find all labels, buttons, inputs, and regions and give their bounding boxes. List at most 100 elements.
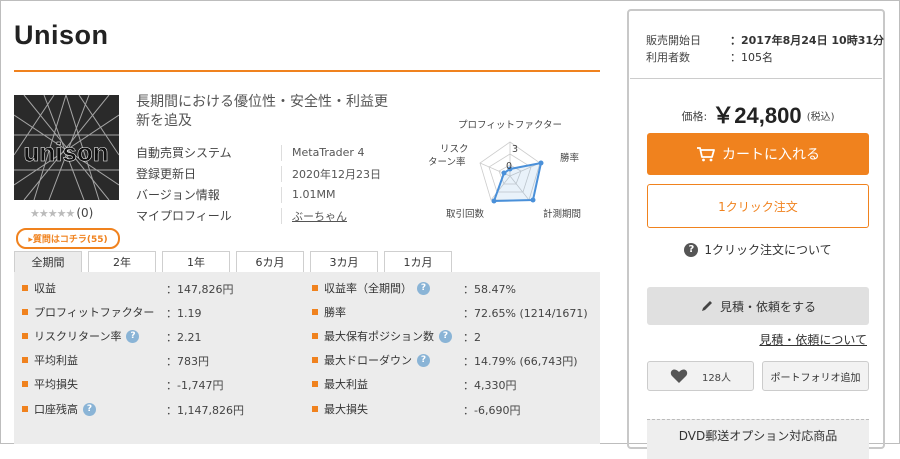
tab-all[interactable]: 全期間	[14, 251, 82, 272]
sales-info: 販売開始日 ：2017年8月24日 10時31分 利用者数 ：105名	[646, 31, 884, 65]
divider	[630, 78, 882, 79]
heart-icon	[670, 369, 688, 383]
spec-label: 自動売買システム	[136, 146, 232, 160]
stat-label: 口座残高	[34, 403, 78, 416]
bullet	[312, 357, 318, 363]
radar-center-label: 0	[506, 161, 512, 172]
tab-2y[interactable]: 2年	[88, 251, 156, 272]
stat-label: 最大利益	[324, 378, 368, 391]
stats-panel: 収益 ：147,826円 プロフィットファクター ：1.19 リスクリターン率?…	[14, 272, 600, 444]
quote-about-link[interactable]: 見積・依頼について	[647, 331, 867, 348]
stat-label: 勝率	[324, 306, 346, 319]
stat-value-max-positions: ：2	[463, 331, 481, 344]
radar-label-risk-2: ターン率	[428, 156, 466, 168]
stat-label: 最大ドローダウン	[324, 354, 412, 367]
radar-label-pf: プロフィットファクター	[458, 120, 562, 131]
qa-button[interactable]: ▸質問はコチラ(55)	[16, 228, 120, 249]
profile-link[interactable]: ぶーちゃん	[292, 208, 347, 224]
favorite-count: 128人	[701, 372, 732, 384]
tab-1m[interactable]: 1カ月	[384, 251, 452, 272]
stat-label-avg-profit: 平均利益	[22, 352, 78, 368]
stat-label: 最大保有ポジション数	[324, 330, 434, 343]
divider	[281, 207, 282, 224]
radar-point	[491, 198, 497, 204]
stat-label: 平均損失	[34, 378, 78, 391]
radar-label-period: 計測期間	[543, 208, 581, 220]
users-row: 利用者数 ：105名	[646, 48, 884, 65]
stat-value-max-loss: ：-6,690円	[463, 404, 521, 417]
stat-value-max-drawdown: ：14.79% (66,743円)	[463, 355, 578, 368]
bullet	[22, 309, 28, 315]
help-icon[interactable]: ?	[417, 353, 430, 367]
price: 価格: ￥24,800 (税込)	[647, 98, 869, 130]
one-click-order-button[interactable]: 1クリック注文	[647, 184, 869, 228]
add-portfolio-button[interactable]: ポートフォリオ追加	[762, 361, 869, 391]
stat-value-return-rate: ：58.47%	[463, 283, 516, 296]
pencil-icon	[701, 301, 712, 311]
help-icon[interactable]: ?	[83, 402, 96, 416]
price-label: 価格:	[681, 110, 708, 123]
bullet	[312, 381, 318, 387]
release-label: 販売開始日	[646, 33, 701, 47]
help-icon[interactable]: ?	[126, 329, 140, 343]
stat-value-max-profit: ：4,330円	[463, 379, 517, 392]
bullet	[312, 285, 318, 291]
stat-label-win-rate: 勝率	[312, 304, 346, 320]
radar-point	[530, 197, 536, 203]
spec-value: 2020年12月23日	[292, 167, 381, 181]
stat-label: 収益率（全期間）	[324, 282, 412, 295]
radar-label-risk-1: リスク	[440, 144, 469, 155]
dvd-option-banner: DVD郵送オプション対応商品	[647, 419, 869, 459]
spec-list: 自動売買システム MetaTrader 4 登録更新日 2020年12月23日 …	[136, 142, 381, 226]
bullet	[22, 333, 28, 339]
divider	[281, 186, 282, 203]
tab-6m[interactable]: 6カ月	[236, 251, 304, 272]
help-icon[interactable]: ?	[417, 281, 430, 295]
divider	[281, 165, 282, 182]
spec-value: MetaTrader 4	[292, 146, 365, 159]
bullet	[22, 285, 28, 291]
radar-point	[538, 160, 544, 166]
spec-label: マイプロフィール	[136, 209, 232, 223]
radar-series-shape	[492, 161, 543, 203]
price-amount: ￥24,800	[712, 103, 802, 128]
bullet	[312, 406, 318, 412]
question-circle-icon: ?	[684, 242, 699, 257]
tab-1y[interactable]: 1年	[162, 251, 230, 272]
one-click-about-link[interactable]: ? 1クリック注文について	[647, 241, 869, 258]
bullet	[312, 309, 318, 315]
radar-chart: プロフィットファクター 3 0 勝率 計測期間 取引回数 リスク ターン率	[420, 112, 600, 224]
quote-request-button[interactable]: 見積・依頼をする	[647, 287, 869, 325]
radar-label-winrate: 勝率	[560, 152, 580, 164]
bullet	[22, 357, 28, 363]
stat-label: 収益	[34, 282, 56, 295]
release-date-row: 販売開始日 ：2017年8月24日 10時31分	[646, 31, 884, 48]
stat-value-balance: ：1,147,826円	[166, 404, 244, 417]
tab-3m[interactable]: 3カ月	[310, 251, 378, 272]
stat-label-balance: 口座残高?	[22, 401, 96, 417]
stat-label: 最大損失	[324, 403, 368, 416]
stat-label-max-positions: 最大保有ポジション数?	[312, 328, 452, 344]
stat-label-max-profit: 最大利益	[312, 376, 368, 392]
add-to-cart-button[interactable]: カートに入れる	[647, 133, 869, 175]
stat-label-revenue: 収益	[22, 280, 56, 296]
help-icon[interactable]: ?	[439, 329, 452, 343]
period-tabs: 全期間 2年 1年 6カ月 3カ月 1カ月	[14, 251, 458, 272]
users-label: 利用者数	[646, 50, 690, 64]
favorite-button[interactable]: 128人	[647, 361, 754, 391]
radar-scale-label: 3	[512, 144, 518, 155]
one-click-about-label: 1クリック注文について	[704, 243, 832, 257]
spec-row-profile: マイプロフィール ぶーちゃん	[136, 205, 381, 226]
stat-value-risk-return: ：2.21	[166, 331, 202, 344]
bullet	[22, 381, 28, 387]
stat-label: リスクリターン率	[34, 330, 122, 343]
stat-value-win-rate: ：72.65% (1214/1671)	[463, 307, 588, 320]
thumbnail-text: unison	[23, 137, 108, 167]
review-count: (0)	[76, 206, 94, 220]
product-thumbnail[interactable]: unison	[14, 95, 119, 200]
spec-label: 登録更新日	[136, 167, 197, 181]
stat-value-revenue: ：147,826円	[166, 283, 234, 296]
product-subtitle: 長期間における優位性・安全性・利益更新を追及	[136, 94, 388, 129]
stat-value-avg-loss: ：-1,747円	[166, 379, 224, 392]
spec-row-system: 自動売買システム MetaTrader 4	[136, 142, 381, 163]
